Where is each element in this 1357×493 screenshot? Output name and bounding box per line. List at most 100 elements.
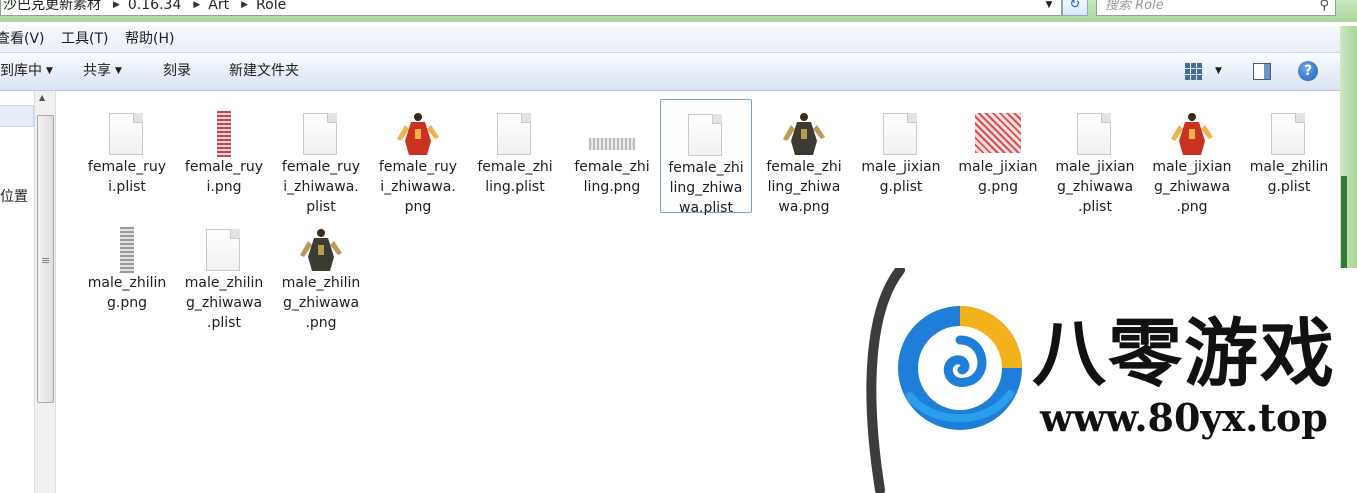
menu-view[interactable]: 查看(V) <box>0 26 45 52</box>
file-item[interactable]: male_jixian g.png <box>953 99 1043 211</box>
navigation-pane: 位置 <box>0 91 35 493</box>
file-item[interactable]: female_zhi ling.png <box>567 99 657 211</box>
file-item[interactable]: male_zhilin g.plist <box>1244 99 1334 211</box>
breadcrumb[interactable]: 沙巴克更新素材 ▶ 0.16.34 ▶ Art ▶ Role <box>0 0 1062 16</box>
chevron-right-icon[interactable]: ▶ <box>235 0 254 13</box>
plist-file-icon <box>856 111 946 157</box>
plist-file-icon <box>276 111 366 157</box>
file-name-line: plist <box>306 199 336 215</box>
file-name-line: i.png <box>206 179 242 195</box>
file-name-line: i_zhiwawa. <box>283 179 359 195</box>
breadcrumb-item[interactable]: 沙巴克更新素材 <box>1 0 107 13</box>
file-name: male_zhilin g.plist <box>1244 157 1334 197</box>
plist-file-icon <box>1050 111 1140 157</box>
file-name: male_jixian g.plist <box>856 157 946 197</box>
include-in-library-button[interactable]: 包含到库中 ▼ <box>0 53 53 90</box>
file-item[interactable]: female_ruy i_zhiwawa.png <box>373 99 463 215</box>
watermark-title: 八零游戏 <box>1032 311 1336 397</box>
dark-warrior-thumbnail <box>276 227 366 273</box>
new-folder-button[interactable]: 新建文件夹 <box>229 53 299 90</box>
file-item[interactable]: female_ruy i.plist <box>82 99 172 211</box>
file-name-line: i_zhiwawa. <box>380 179 456 195</box>
file-item[interactable]: male_zhilin g.png <box>82 215 172 327</box>
breadcrumb-item[interactable]: Role <box>254 0 292 13</box>
file-name-line: g.plist <box>1267 179 1311 195</box>
file-name-line: ling_zhiwa <box>669 180 743 196</box>
file-name-line: female_zhi <box>668 160 744 176</box>
file-name-line: g.plist <box>879 179 923 195</box>
file-name-line: male_jixian <box>958 159 1038 175</box>
refresh-icon[interactable]: ↻ <box>1062 0 1088 16</box>
plist-file-icon <box>82 111 172 157</box>
breadcrumb-item[interactable]: Art <box>206 0 235 13</box>
file-item[interactable]: female_ruy i.png <box>179 99 269 211</box>
file-name: male_zhilin g_zhiwawa .png <box>276 273 366 333</box>
file-name-line: g.png <box>978 179 1018 195</box>
file-name: female_ruy i_zhiwawa.plist <box>276 157 366 217</box>
file-item[interactable]: male_zhilin g_zhiwawa .png <box>276 215 366 331</box>
file-name-line: ling.png <box>583 179 641 195</box>
nav-item-location[interactable]: 位置 <box>0 186 28 206</box>
scroll-up-icon[interactable]: ▲ <box>39 93 45 102</box>
file-item[interactable]: male_jixian g.plist <box>856 99 946 211</box>
chevron-right-icon[interactable]: ▶ <box>107 0 126 13</box>
file-name-line: wa.plist <box>679 200 733 216</box>
chevron-down-icon: ▼ <box>115 66 122 76</box>
preview-pane-icon[interactable] <box>1253 63 1271 80</box>
search-icon[interactable]: ⚲ <box>1319 0 1329 14</box>
file-name-line: female_ruy <box>184 159 264 175</box>
file-item[interactable]: female_zhi ling_zhiwa wa.plist <box>660 99 752 216</box>
file-name: female_ruy i.png <box>179 157 269 197</box>
view-options-icon[interactable] <box>1185 63 1202 80</box>
chevron-down-icon[interactable]: ▼ <box>1215 53 1222 90</box>
chevron-down-icon: ▼ <box>46 66 53 76</box>
file-name: female_zhi ling.plist <box>470 157 560 197</box>
sprite-strip-icon <box>82 227 172 273</box>
file-name: female_zhi ling_zhiwa wa.plist <box>661 158 751 218</box>
address-bar: 沙巴克更新素材 ▶ 0.16.34 ▶ Art ▶ Role ▼ ↻ 搜索 Role ⚲ <box>0 0 1357 22</box>
red-sprite-sheet-icon <box>953 111 1043 157</box>
file-name-line: g_zhiwawa <box>282 295 360 311</box>
chevron-right-icon[interactable]: ▶ <box>187 0 206 13</box>
file-name: male_zhilin g.png <box>82 273 172 313</box>
breadcrumb-item[interactable]: 0.16.34 <box>126 0 187 13</box>
file-name: female_zhi ling.png <box>567 157 657 197</box>
file-item[interactable]: male_zhilin g_zhiwawa .plist <box>179 215 269 331</box>
chevron-down-icon[interactable]: ▼ <box>1040 0 1058 12</box>
file-name-line: png <box>404 199 432 215</box>
file-name-line: female_zhi <box>477 159 553 175</box>
search-input[interactable]: 搜索 Role ⚲ <box>1096 0 1336 16</box>
nav-selected-item[interactable] <box>0 105 34 127</box>
file-name-line: g_zhiwawa <box>185 295 263 311</box>
sprite-strip-icon <box>179 111 269 157</box>
file-name-line: g_zhiwawa <box>1153 179 1231 195</box>
file-name-line: male_zhilin <box>281 275 361 291</box>
file-name-line: female_ruy <box>281 159 361 175</box>
share-button[interactable]: 共享 ▼ <box>83 53 122 90</box>
file-name-line: female_ruy <box>378 159 458 175</box>
file-name-line: female_ruy <box>87 159 167 175</box>
file-name-line: ling_zhiwa <box>767 179 841 195</box>
file-name-line: wa.png <box>778 199 830 215</box>
menu-tools[interactable]: 工具(T) <box>61 26 108 52</box>
include-in-library-label: 包含到库中 <box>0 63 42 79</box>
file-item[interactable]: female_zhi ling_zhiwa wa.png <box>759 99 849 215</box>
menu-bar: 查看(V) 工具(T) 帮助(H) <box>0 26 1340 53</box>
scrollbar-thumb[interactable]: ≡ <box>37 115 54 403</box>
file-name-line: male_jixian <box>1055 159 1135 175</box>
file-name-line: .plist <box>1078 199 1112 215</box>
file-item[interactable]: male_jixian g_zhiwawa .png <box>1147 99 1237 215</box>
file-item[interactable]: female_ruy i_zhiwawa.plist <box>276 99 366 215</box>
file-name: female_ruy i_zhiwawa.png <box>373 157 463 217</box>
nav-scrollbar[interactable]: ▲ ≡ <box>34 91 56 493</box>
menu-help[interactable]: 帮助(H) <box>125 26 174 52</box>
file-name: male_jixian g.png <box>953 157 1043 197</box>
file-name-line: male_zhilin <box>87 275 167 291</box>
file-item[interactable]: male_jixian g_zhiwawa .plist <box>1050 99 1140 215</box>
file-name-line: male_jixian <box>861 159 941 175</box>
help-icon[interactable]: ? <box>1298 61 1318 81</box>
burn-button[interactable]: 刻录 <box>163 53 191 90</box>
file-item[interactable]: female_zhi ling.plist <box>470 99 560 211</box>
sprite-strip-icon <box>567 111 657 157</box>
file-name: male_jixian g_zhiwawa .png <box>1147 157 1237 217</box>
